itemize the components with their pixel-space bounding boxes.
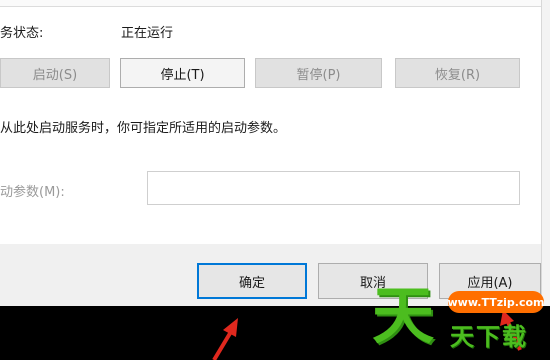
watermark-name: 天下载	[450, 323, 528, 351]
arrow-to-ok-icon	[212, 318, 238, 360]
site-watermark: 天 www.TTzip.com 天下载	[372, 283, 550, 360]
watermark-url: www.TTzip.com	[448, 291, 545, 313]
watermark-logo: 天	[372, 279, 435, 352]
